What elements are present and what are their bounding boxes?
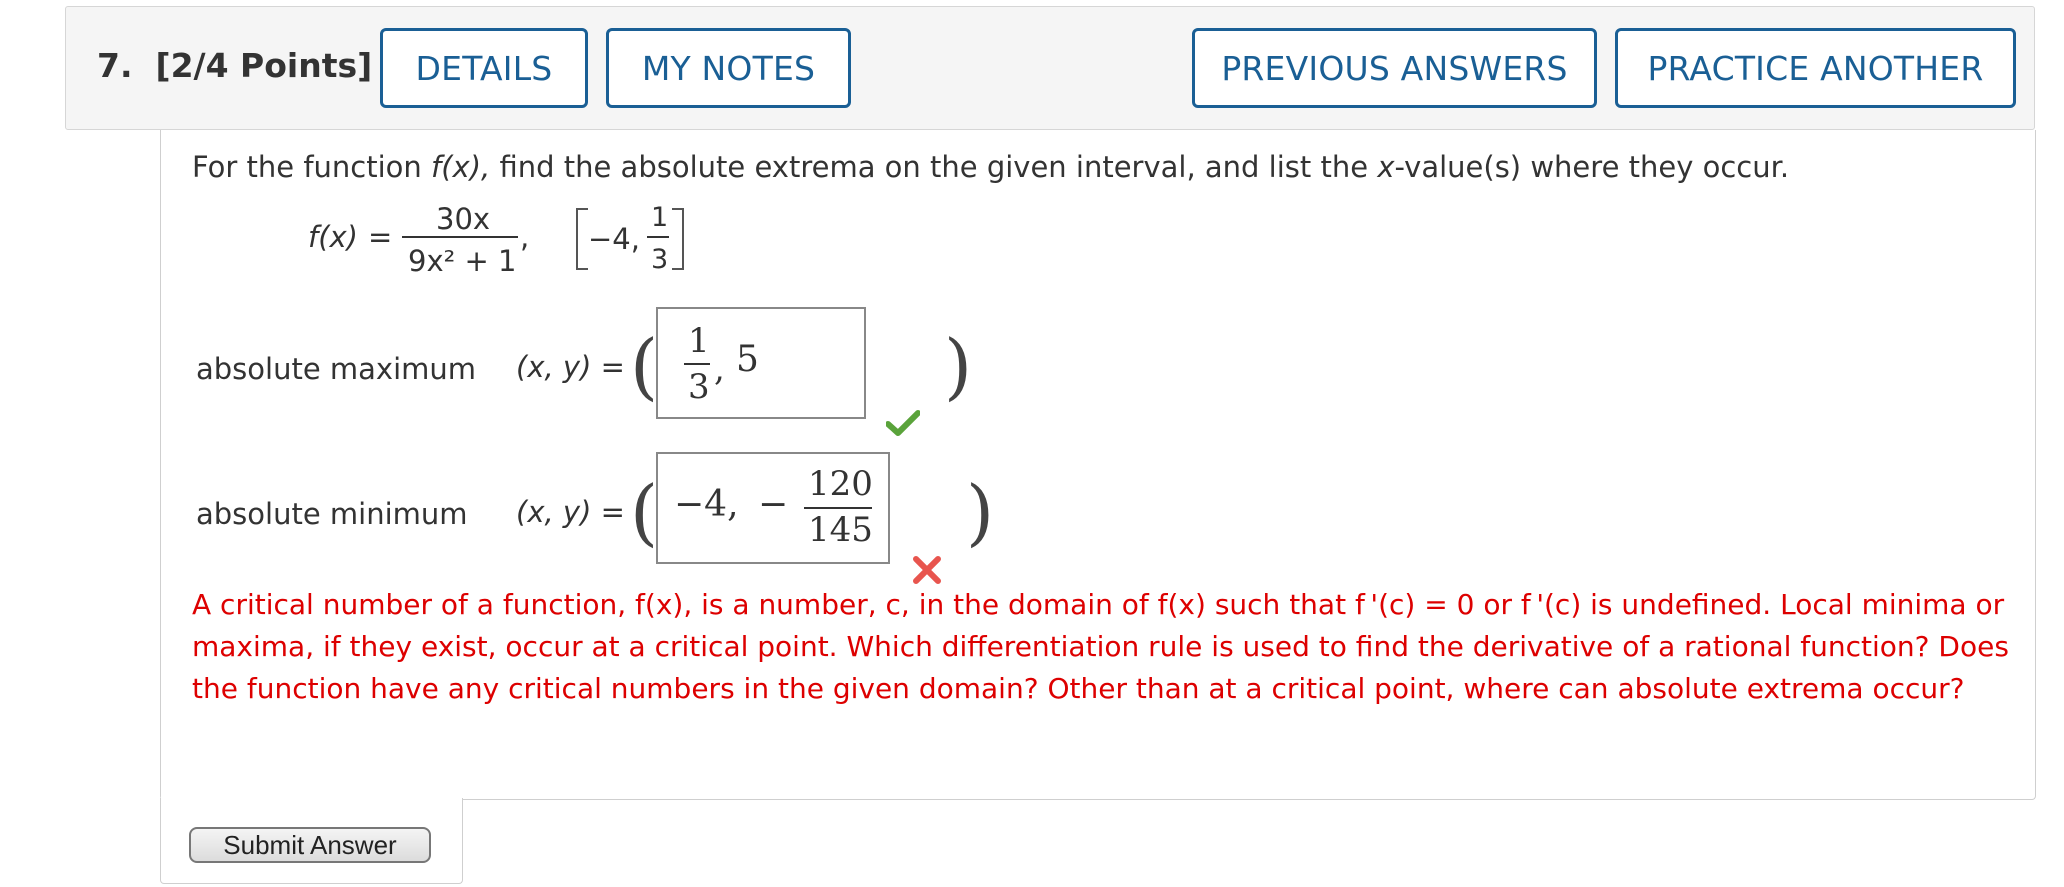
function-equals: = (368, 220, 393, 254)
abs-min-close-paren: ) (966, 470, 995, 554)
abs-min-answer-den: 145 (808, 510, 873, 550)
question-points: [2/4 Points] (155, 46, 373, 85)
feedback-hint: A critical number of a function, f(x), i… (192, 588, 2009, 705)
abs-min-answer-bar (804, 507, 872, 509)
function-denominator: 9x² + 1 (408, 244, 516, 278)
abs-max-label: absolute maximum (196, 352, 477, 386)
prompt-fx: f(x), (431, 150, 491, 184)
abs-max-answer-bar (684, 363, 710, 365)
abs-min-label: absolute minimum (196, 497, 468, 531)
abs-min-open-paren: ( (630, 470, 659, 554)
prompt-text-2: find the absolute extrema on the given i… (490, 150, 1378, 184)
abs-max-answer-sep: , (714, 349, 725, 389)
prompt-text-3: -value(s) where they occur. (1394, 150, 1790, 184)
abs-max-close-paren: ) (944, 324, 973, 408)
abs-max-answer-input[interactable]: 1 3 , 5 (656, 307, 866, 419)
abs-min-answer-minus: − (758, 484, 789, 525)
abs-max-answer-y: 5 (736, 339, 759, 380)
previous-answers-button[interactable]: PREVIOUS ANSWERS (1192, 28, 1597, 108)
function-numerator: 30x (436, 202, 490, 236)
question-number-text: 7. (97, 46, 133, 85)
abs-max-xy-text: (x, y) = (516, 350, 625, 384)
interval-left-bracket (576, 208, 588, 270)
abs-min-xy-text: (x, y) = (516, 495, 625, 529)
prompt-x: x (1377, 150, 1395, 184)
abs-min-answer-num: 120 (808, 464, 873, 504)
details-button-label: DETAILS (415, 48, 553, 88)
my-notes-button[interactable]: MY NOTES (606, 28, 851, 108)
practice-another-button[interactable]: PRACTICE ANOTHER (1615, 28, 2016, 108)
question-number: 7. [2/4 Points] (97, 46, 372, 85)
abs-min-answer-x: −4, (674, 484, 739, 525)
interval-left: −4, (588, 222, 640, 256)
function-denominator-text: 9x² + 1 (408, 244, 517, 278)
abs-max-xy: (x, y) = (516, 350, 625, 384)
interval-numerator: 1 (651, 202, 669, 233)
question-prompt: For the function f(x), find the absolute… (192, 150, 1789, 184)
my-notes-button-label: MY NOTES (641, 48, 816, 88)
submit-answer-button[interactable]: Submit Answer (189, 827, 431, 863)
function-lhs: f(x) (308, 220, 358, 254)
abs-max-open-paren: ( (630, 324, 659, 408)
abs-max-answer-num: 1 (688, 321, 710, 361)
abs-max-answer-den: 3 (688, 367, 710, 407)
prompt-text-1: For the function (192, 150, 432, 184)
interval-right-bracket (672, 208, 684, 270)
submit-area-joint (161, 796, 462, 802)
function-numerator-text: 30x (436, 202, 491, 236)
abs-min-answer-input[interactable]: −4, − 120 145 (656, 452, 890, 564)
previous-answers-button-label: PREVIOUS ANSWERS (1221, 48, 1568, 88)
submit-answer-label: Submit Answer (223, 829, 397, 860)
function-fraction-bar (402, 236, 518, 238)
practice-another-button-label: PRACTICE ANOTHER (1647, 48, 1984, 88)
details-button[interactable]: DETAILS (380, 28, 588, 108)
abs-min-xy: (x, y) = (516, 495, 625, 529)
incorrect-x-icon (913, 556, 941, 584)
correct-check-icon (886, 410, 920, 436)
function-comma: , (520, 220, 530, 254)
interval-fraction-bar (647, 236, 669, 238)
interval-denominator: 3 (651, 244, 669, 275)
